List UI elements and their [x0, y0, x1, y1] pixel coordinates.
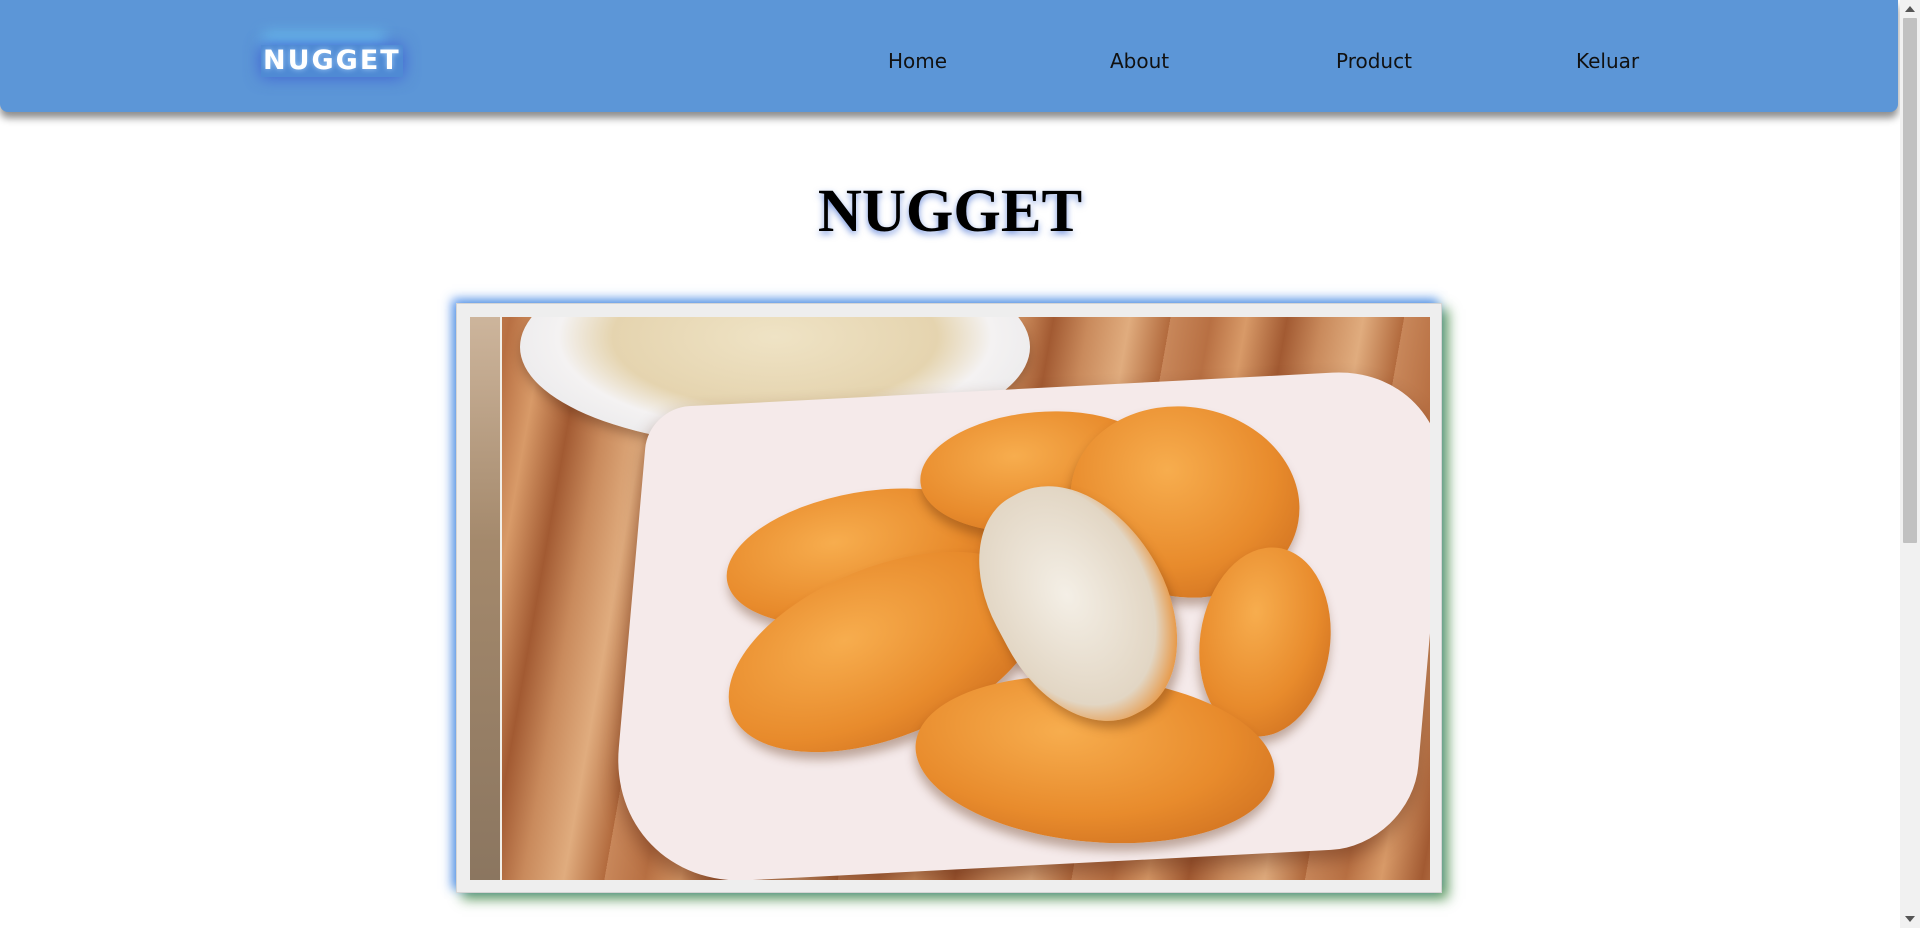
nav-link-about[interactable]: About — [1110, 47, 1169, 75]
nav-link-product[interactable]: Product — [1336, 47, 1412, 75]
nugget-photo — [470, 317, 1430, 880]
scroll-up-arrow-icon[interactable] — [1905, 6, 1915, 12]
product-image-frame — [456, 303, 1442, 893]
nav-link-keluar[interactable]: Keluar — [1576, 47, 1639, 75]
wood-strip — [470, 317, 502, 880]
page-viewport: NUGGET Home About Product Keluar NUGGET — [0, 0, 1900, 928]
site-logo[interactable]: NUGGET — [261, 45, 403, 77]
scroll-thumb[interactable] — [1903, 18, 1917, 543]
nav-link-home[interactable]: Home — [888, 47, 947, 75]
page-title: NUGGET — [817, 178, 1083, 245]
navbar: NUGGET Home About Product Keluar — [0, 0, 1898, 112]
vertical-scrollbar[interactable] — [1900, 0, 1920, 928]
scroll-down-arrow-icon[interactable] — [1905, 916, 1915, 922]
